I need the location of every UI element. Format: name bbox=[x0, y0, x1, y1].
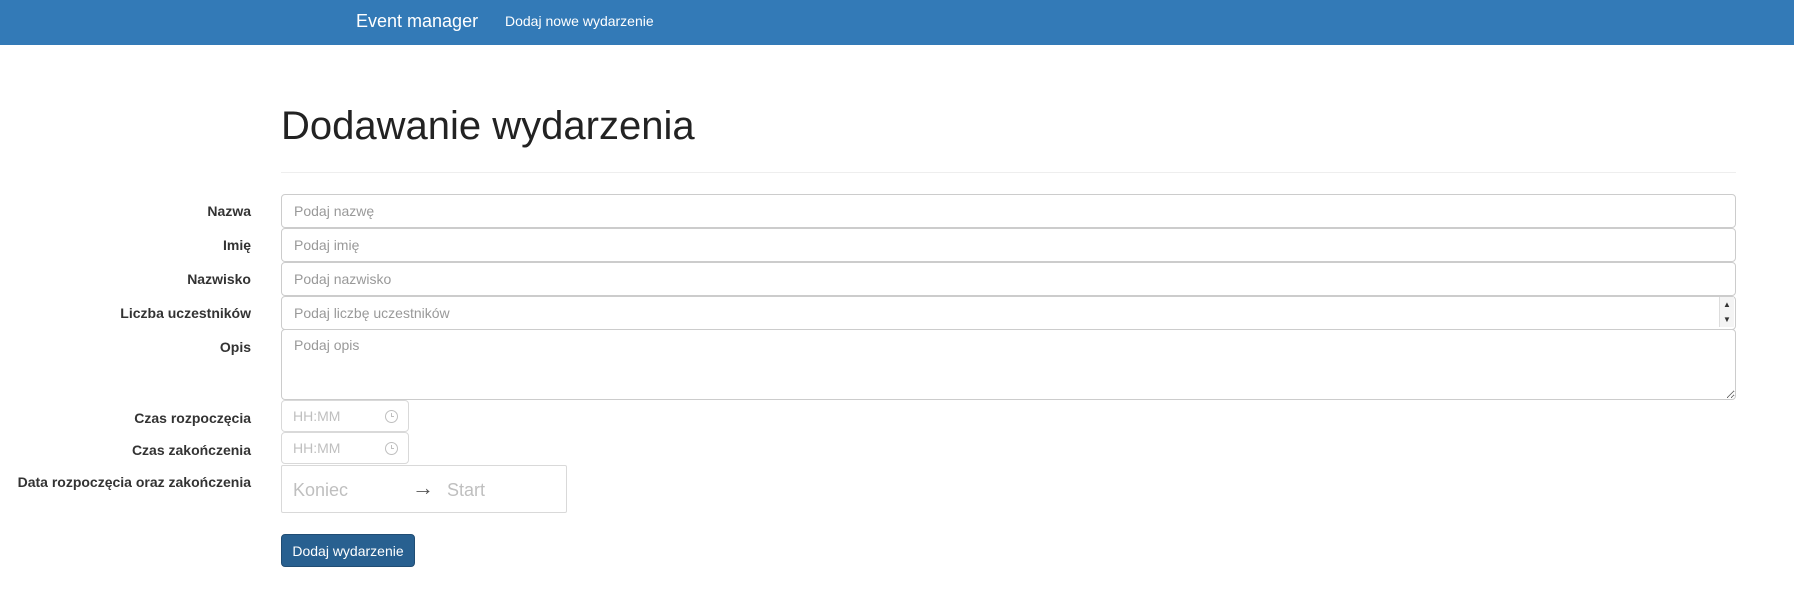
clock-icon bbox=[385, 442, 398, 455]
end-time-picker[interactable]: HH:MM bbox=[281, 432, 409, 464]
participants-label: Liczba uczestników bbox=[120, 305, 251, 321]
name-input[interactable] bbox=[281, 194, 1736, 228]
participants-input[interactable] bbox=[281, 296, 1736, 330]
page-title: Dodawanie wydarzenia bbox=[281, 104, 695, 148]
top-navbar: Event manager Dodaj nowe wydarzenie bbox=[0, 0, 1794, 45]
start-time-label: Czas rozpoczęcia bbox=[134, 410, 251, 426]
date-range-end-placeholder[interactable]: Start bbox=[447, 466, 485, 514]
end-time-placeholder: HH:MM bbox=[293, 440, 341, 456]
date-range-picker[interactable]: Koniec → Start bbox=[281, 465, 567, 513]
last-name-label: Nazwisko bbox=[187, 271, 251, 287]
date-range-label: Data rozpoczęcia oraz zakończenia bbox=[17, 474, 251, 490]
clock-icon bbox=[385, 410, 398, 423]
first-name-input[interactable] bbox=[281, 228, 1736, 262]
title-divider bbox=[281, 172, 1736, 173]
start-time-placeholder: HH:MM bbox=[293, 408, 341, 424]
end-time-label: Czas zakończenia bbox=[131, 442, 251, 458]
name-label: Nazwa bbox=[207, 203, 251, 219]
date-range-start-placeholder[interactable]: Koniec bbox=[293, 466, 348, 514]
description-textarea[interactable] bbox=[281, 329, 1736, 400]
stepper-down-icon[interactable]: ▼ bbox=[1720, 312, 1734, 327]
last-name-input[interactable] bbox=[281, 262, 1736, 296]
stepper-up-icon[interactable]: ▲ bbox=[1720, 297, 1734, 312]
start-time-picker[interactable]: HH:MM bbox=[281, 400, 409, 432]
description-label: Opis bbox=[219, 339, 251, 355]
add-event-button[interactable]: Dodaj wydarzenie bbox=[281, 534, 415, 567]
nav-link-add-event[interactable]: Dodaj nowe wydarzenie bbox=[505, 0, 654, 45]
first-name-label: Imię bbox=[222, 237, 251, 253]
brand-link[interactable]: Event manager bbox=[356, 0, 478, 45]
arrow-right-icon: → bbox=[412, 475, 434, 500]
participants-stepper[interactable]: ▲ ▼ bbox=[1719, 297, 1734, 327]
